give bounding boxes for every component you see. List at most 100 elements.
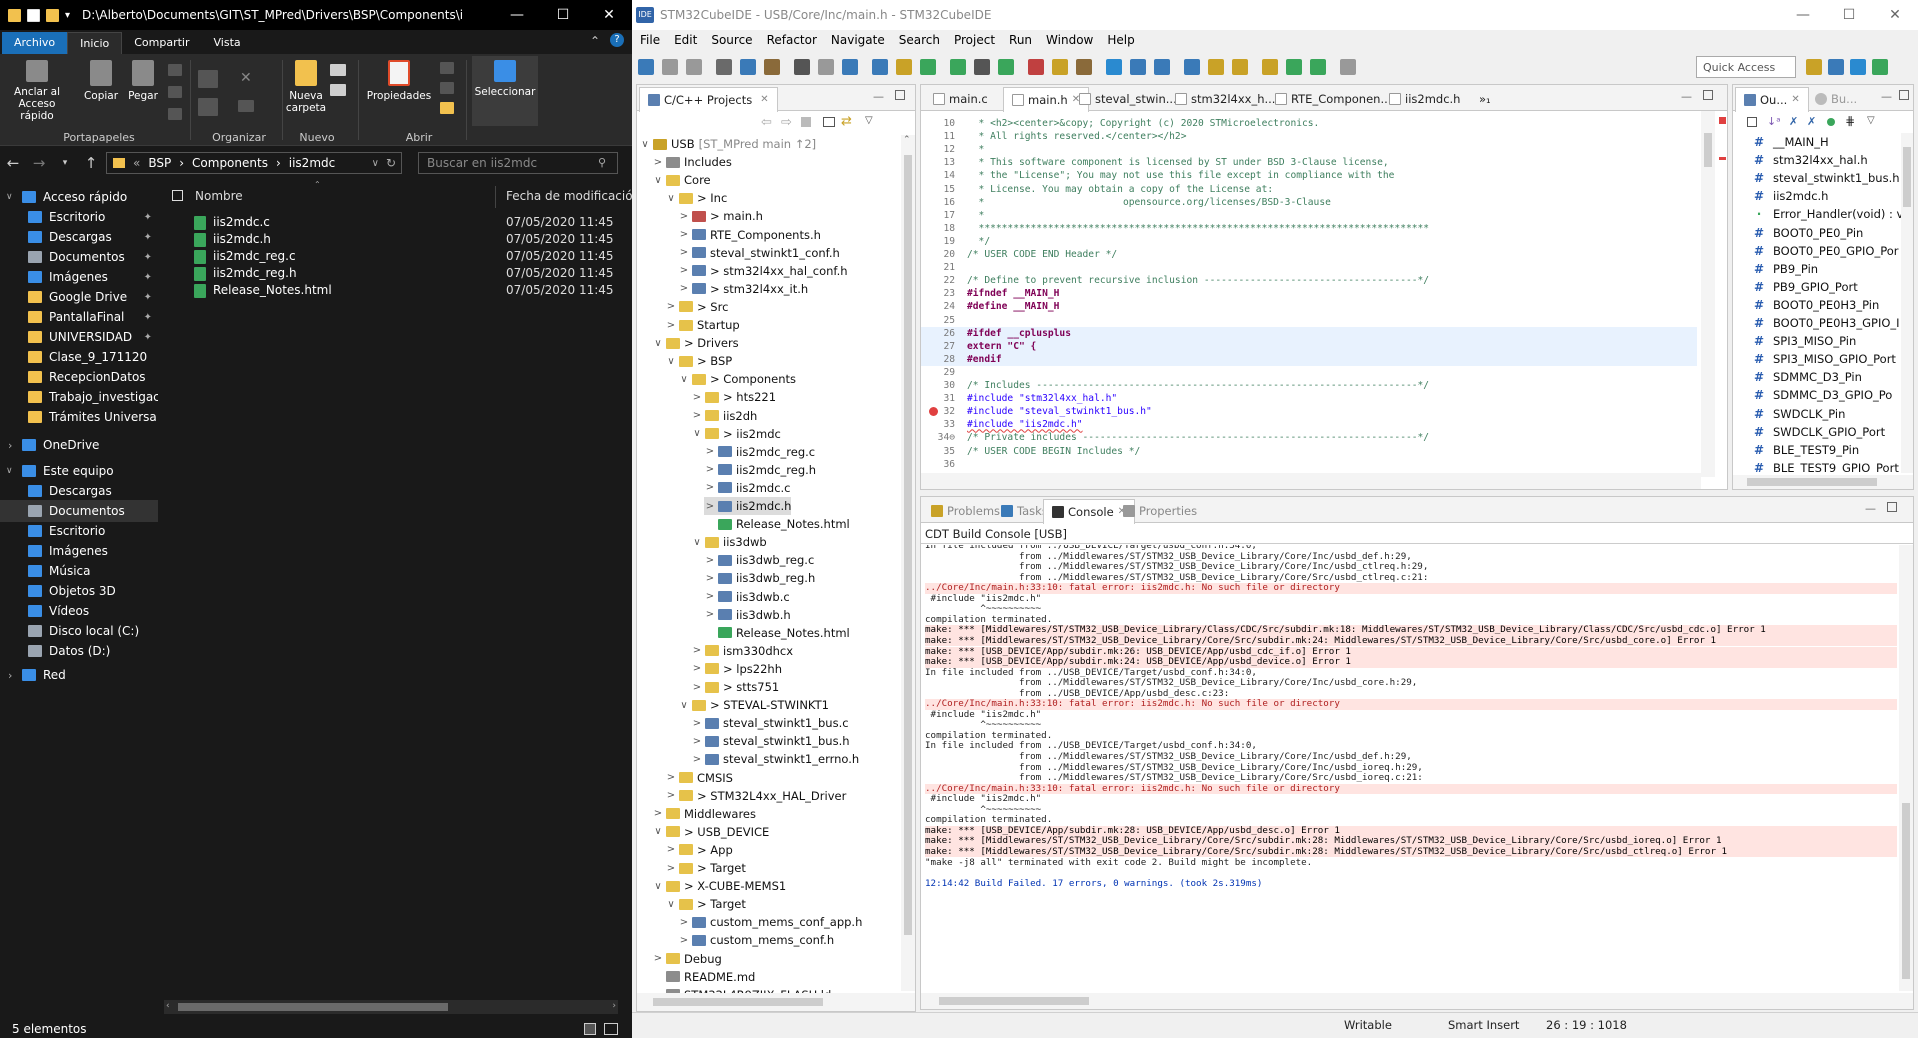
chevron-right-icon[interactable]: >	[704, 482, 716, 493]
chevron-right-icon[interactable]: >	[665, 863, 677, 874]
outline-item[interactable]: # PB9_Pin	[1753, 260, 1818, 278]
error-overview-marker[interactable]	[1719, 157, 1726, 160]
help-icon[interactable]: ?	[610, 33, 624, 47]
outline-item[interactable]: # SWDCLK_Pin	[1753, 405, 1845, 423]
chevron-right-icon[interactable]: >	[678, 265, 690, 276]
new-class-icon[interactable]	[842, 59, 858, 75]
tab-outline[interactable]: Ou... ✕	[1735, 87, 1809, 112]
run-last-icon[interactable]	[998, 59, 1014, 75]
code-line[interactable]: 30 /* Includes --------------------------…	[921, 379, 1697, 392]
maximize-button[interactable]: ☐	[540, 0, 586, 30]
chevron-right-icon[interactable]: >	[704, 555, 716, 566]
collapse-all-icon[interactable]	[1747, 117, 1757, 127]
sidebar-item[interactable]: Imágenes ✦	[0, 266, 158, 288]
sidebar-item[interactable]: Documentos	[0, 500, 158, 522]
tree-node[interactable]: ∨ > Drivers	[652, 334, 738, 352]
select-all-checkbox[interactable]	[172, 190, 183, 201]
link-editor-icon[interactable]: ⇄	[841, 114, 852, 129]
scrollbar-thumb[interactable]	[1903, 147, 1911, 207]
tree-node[interactable]: Release_Notes.html	[704, 624, 850, 642]
code-line[interactable]: 15 * License. You may obtain a copy of t…	[921, 183, 1697, 196]
menu-file[interactable]: File	[640, 33, 660, 47]
open-icon[interactable]	[1052, 59, 1068, 75]
debug-icon[interactable]	[920, 59, 936, 75]
chevron-right-icon[interactable]: >	[665, 301, 677, 312]
sidebar-item[interactable]: Trámites Universa	[0, 406, 158, 428]
open-type-icon[interactable]	[896, 59, 912, 75]
chevron-right-icon[interactable]: >	[678, 211, 690, 222]
chevron-right-icon[interactable]: >	[652, 157, 664, 168]
open-icon[interactable]	[440, 62, 454, 74]
tree-node[interactable]: > iis2mdc_reg.c	[704, 443, 815, 461]
tree-node[interactable]: > > stm32l4xx_it.h	[678, 280, 808, 298]
chevron-right-icon[interactable]: >	[678, 247, 690, 258]
tree-node[interactable]: > > Src	[665, 298, 729, 316]
overview-ruler[interactable]	[1717, 111, 1727, 477]
move-to-icon[interactable]	[198, 70, 218, 88]
tree-node[interactable]: > steval_stwinkt1_conf.h	[678, 244, 840, 262]
code-line[interactable]: 26 #ifdef __cplusplus	[921, 326, 1697, 340]
chevron-down-icon[interactable]: ∨	[372, 158, 379, 169]
chevron-right-icon[interactable]: >	[704, 501, 716, 512]
outline-item[interactable]: # SDMMC_D3_Pin	[1753, 368, 1862, 386]
tree-node[interactable]: > steval_stwinkt1_bus.h	[691, 732, 850, 750]
maximize-button[interactable]: ☐	[1826, 0, 1872, 30]
menu-run[interactable]: Run	[1009, 33, 1032, 47]
tree-node[interactable]: > > Target	[665, 859, 746, 877]
chevron-down-icon[interactable]: ∨	[652, 881, 664, 892]
prev-annotation-icon[interactable]	[1232, 59, 1248, 75]
new-icon[interactable]	[638, 59, 654, 75]
sidebar-item[interactable]: PantallaFinal ✦	[0, 306, 158, 328]
outline-item[interactable]: # SWDCLK_GPIO_Port	[1753, 423, 1885, 441]
breadcrumb-iis2mdc[interactable]: iis2mdc	[289, 156, 335, 170]
back-arrow-icon[interactable]: ←	[0, 154, 26, 172]
external-tools-icon[interactable]	[974, 59, 990, 75]
menu-search[interactable]: Search	[899, 33, 940, 47]
back-arrow-icon[interactable]: ⇦	[761, 115, 772, 130]
breadcrumb-bsp[interactable]: BSP	[148, 156, 171, 170]
minimize-view-icon[interactable]: —	[1881, 90, 1892, 103]
delete-icon[interactable]: ✕	[240, 70, 252, 86]
chevron-right-icon[interactable]: >	[678, 935, 690, 946]
sidebar-item[interactable]: Documentos ✦	[0, 246, 158, 268]
tree-node[interactable]: > iis3dwb_reg.h	[704, 569, 815, 587]
tree-node[interactable]: > iis3dwb.h	[704, 606, 791, 624]
chevron-right-icon[interactable]: >	[691, 754, 703, 765]
chevron-right-icon[interactable]: >	[678, 229, 690, 240]
file-row[interactable]: Release_Notes.html 07/05/2020 11:45	[158, 280, 632, 301]
chevron-right-icon[interactable]: >	[652, 808, 664, 819]
code-line[interactable]: 14 * the "License"; You may not use this…	[921, 169, 1697, 182]
new-folder-button[interactable]: Nueva carpeta	[284, 60, 328, 114]
horizontal-scrollbar[interactable]	[921, 993, 1913, 1009]
last-edit-icon[interactable]	[1262, 59, 1278, 75]
tree-node[interactable]: > Includes	[652, 153, 732, 171]
code-line[interactable]: 35 /* USER CODE BEGIN Includes */	[921, 445, 1697, 458]
code-line[interactable]: 17 *	[921, 209, 1697, 222]
copy-button[interactable]: Copiar	[82, 60, 120, 102]
save-icon[interactable]	[662, 59, 678, 75]
chevron-right-icon[interactable]: >	[704, 446, 716, 457]
easy-access-icon[interactable]	[330, 84, 346, 96]
tree-node[interactable]: > > lps22hh	[691, 660, 782, 678]
close-button[interactable]: ✕	[1872, 0, 1918, 30]
horizontal-scrollbar[interactable]	[1733, 475, 1913, 489]
outline-item[interactable]: # __MAIN_H	[1753, 133, 1829, 151]
tree-node[interactable]: > RTE_Components.h	[678, 226, 821, 244]
editor-tab[interactable]: »₁	[1471, 87, 1499, 111]
outline-item[interactable]: # steval_stwinkt1_bus.h	[1753, 169, 1900, 187]
new-folder-icon[interactable]	[46, 8, 59, 22]
vertical-scrollbar[interactable]	[1899, 545, 1913, 991]
large-icons-view-icon[interactable]	[604, 1023, 618, 1035]
outline-item[interactable]: # iis2mdc.h	[1753, 187, 1829, 205]
code-line[interactable]: 27 extern "C" {	[921, 339, 1697, 353]
debug-perspective-icon[interactable]	[1872, 59, 1888, 75]
editor-tab[interactable]: stm32l4xx_h...	[1167, 87, 1283, 111]
chevron-right-icon[interactable]: >	[665, 320, 677, 331]
tab-inicio[interactable]: Inicio	[67, 32, 123, 54]
editor-tab[interactable]: main.c	[925, 87, 996, 111]
tree-node[interactable]: ∨ > Components	[678, 370, 796, 388]
tree-node[interactable]: > steval_stwinkt1_bus.c	[691, 714, 849, 732]
outline-item[interactable]: # PB9_GPIO_Port	[1753, 278, 1858, 296]
sidebar-item[interactable]: Vídeos	[0, 600, 158, 622]
block-select-icon[interactable]	[1154, 59, 1170, 75]
